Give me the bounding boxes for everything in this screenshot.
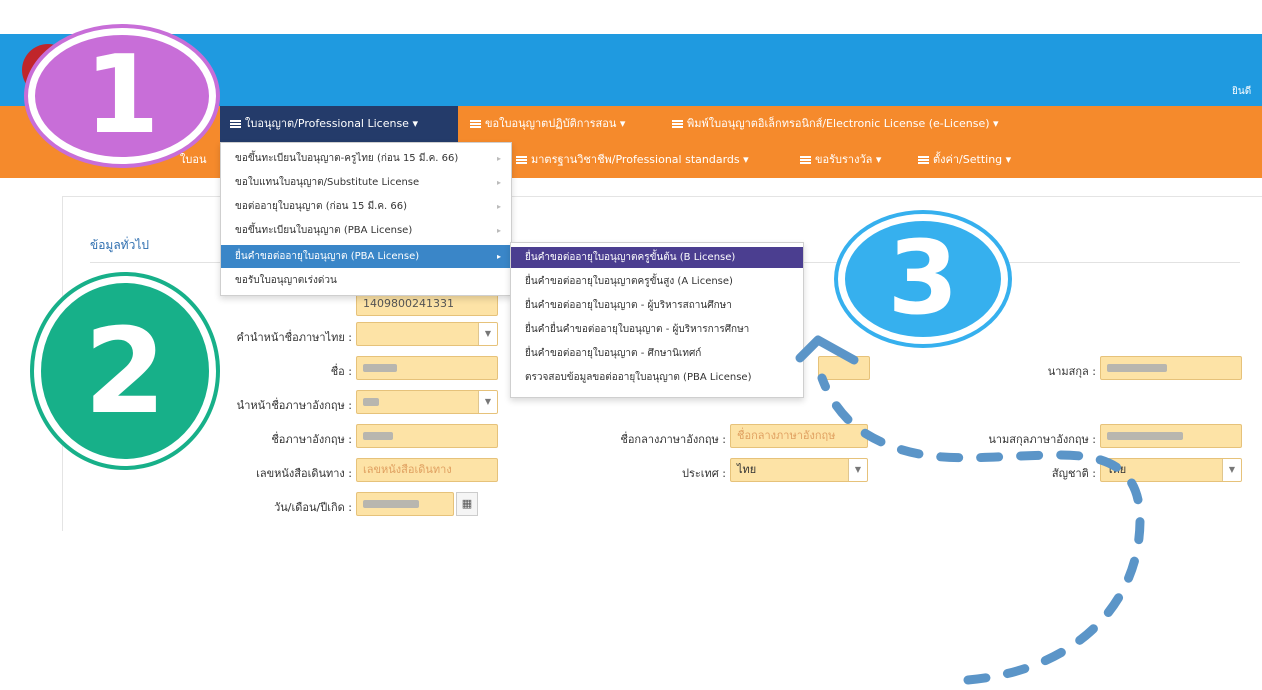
label-middlename-en: ชื่อกลางภาษาอังกฤษ : [620,433,726,446]
chevron-down-icon: ▼ [1222,459,1241,481]
submenu-item-school-admin[interactable]: ยื่นคำขอต่ออายุใบอนุญาต - ผู้บริหารสถานศ… [511,295,803,316]
label-birthdate: วัน/เดือน/ปีเกิด : [274,501,352,514]
nav-item-setting[interactable]: ตั้งค่า/Setting ▾ [918,142,1011,178]
label-nationality: สัญชาติ : [1051,467,1096,480]
dropdown-item-register-thai[interactable]: ขอขึ้นทะเบียนใบอนุญาต-ครูไทย (ก่อน 15 มี… [221,147,511,170]
firstname-en-field[interactable] [356,424,498,448]
menu-icon [516,156,527,164]
chevron-down-icon: ▼ [478,323,497,345]
redacted-value [363,398,379,406]
lastname-en-field[interactable] [1100,424,1242,448]
menu-icon [470,120,481,128]
label-passport: เลขหนังสือเดินทาง : [256,467,352,480]
redacted-value [1107,364,1167,372]
dropdown-item-urgent[interactable]: ขอรับใบอนุญาตเร่งด่วน [221,269,511,292]
submenu-item-check-pba[interactable]: ตรวจสอบข้อมูลขอต่ออายุใบอนุญาต (PBA Lice… [511,367,803,388]
nav-item-teaching-permit[interactable]: ขอใบอนุญาตปฏิบัติการสอน ▾ [470,106,625,142]
nav-item-partial[interactable]: ใบอน [180,142,206,178]
welcome-text: ยินดี [1232,86,1252,97]
renew-pba-submenu: ยื่นคำขอต่ออายุใบอนุญาตครูขั้นต้น (B Lic… [510,242,804,398]
redacted-value [1107,432,1183,440]
dropdown-item-renew-pba[interactable]: ยื่นคำขอต่ออายุใบอนุญาต (PBA License) ▸ [221,245,511,268]
redacted-value [363,364,397,372]
nationality-select[interactable]: ไทย ▼ [1100,458,1242,482]
nav-item-awards[interactable]: ขอรับรางวัล ▾ [800,142,881,178]
redacted-value [363,432,393,440]
middlename-en-field[interactable]: ชื่อกลางภาษาอังกฤษ [730,424,868,448]
birthdate-field[interactable] [356,492,454,516]
middlename-field[interactable] [818,356,870,380]
lastname-field[interactable] [1100,356,1242,380]
prefix-en-select[interactable]: ▼ [356,390,498,414]
section-title: ข้อมูลทั่วไป [90,238,149,252]
prefix-th-select[interactable]: ▼ [356,322,498,346]
submenu-item-a-license[interactable]: ยื่นคำขอต่ออายุใบอนุญาตครูขั้นสูง (A Lic… [511,271,803,292]
menu-icon [800,156,811,164]
nav-item-professional-license[interactable]: ใบอนุญาต/Professional License ▾ [230,106,418,142]
step-badge-2: 2 [34,276,216,466]
step-badge-3: 3 [838,214,1008,344]
chevron-right-icon: ▸ [496,226,501,235]
professional-license-dropdown: ขอขึ้นทะเบียนใบอนุญาต-ครูไทย (ก่อน 15 มี… [220,142,512,296]
nav-item-e-license[interactable]: พิมพ์ใบอนุญาตอิเล็กทรอนิกส์/Electronic L… [672,106,999,142]
redacted-value [363,500,419,508]
chevron-right-icon: ▸ [496,178,501,187]
label-lastname-en: นามสกุลภาษาอังกฤษ : [988,433,1096,446]
chevron-right-icon: ▸ [496,202,501,211]
firstname-field[interactable] [356,356,498,380]
menu-icon [672,120,683,128]
submenu-item-supervisor[interactable]: ยื่นคำขอต่ออายุใบอนุญาต - ศึกษานิเทศก์ [511,343,803,364]
chevron-right-icon: ▸ [496,154,501,163]
menu-icon [230,120,241,128]
chevron-right-icon: ▸ [496,252,501,261]
submenu-item-education-admin[interactable]: ยื่นคำยื่นคำขอต่ออายุใบอนุญาต - ผู้บริหา… [511,319,803,340]
dropdown-item-substitute[interactable]: ขอใบแทนใบอนุญาต/Substitute License ▸ [221,171,511,194]
step-badge-1: 1 [28,28,216,164]
label-country: ประเทศ : [682,467,726,480]
dropdown-item-register-pba[interactable]: ขอขึ้นทะเบียนใบอนุญาต (PBA License) ▸ [221,219,511,242]
submenu-item-b-license[interactable]: ยื่นคำขอต่ออายุใบอนุญาตครูขั้นต้น (B Lic… [511,247,803,268]
chevron-down-icon: ▼ [848,459,867,481]
dropdown-item-renew-old[interactable]: ขอต่ออายุใบอนุญาต (ก่อน 15 มี.ค. 66) ▸ [221,195,511,218]
passport-field[interactable]: เลขหนังสือเดินทาง [356,458,498,482]
chevron-down-icon: ▼ [478,391,497,413]
calendar-icon[interactable]: ▦ [456,492,478,516]
label-lastname: นามสกุล : [1047,365,1096,378]
label-firstname-en: ชื่อภาษาอังกฤษ : [271,433,352,446]
country-select[interactable]: ไทย ▼ [730,458,868,482]
nav-item-professional-standards[interactable]: มาตรฐานวิชาชีพ/Professional standards ▾ [516,142,749,178]
menu-icon [918,156,929,164]
